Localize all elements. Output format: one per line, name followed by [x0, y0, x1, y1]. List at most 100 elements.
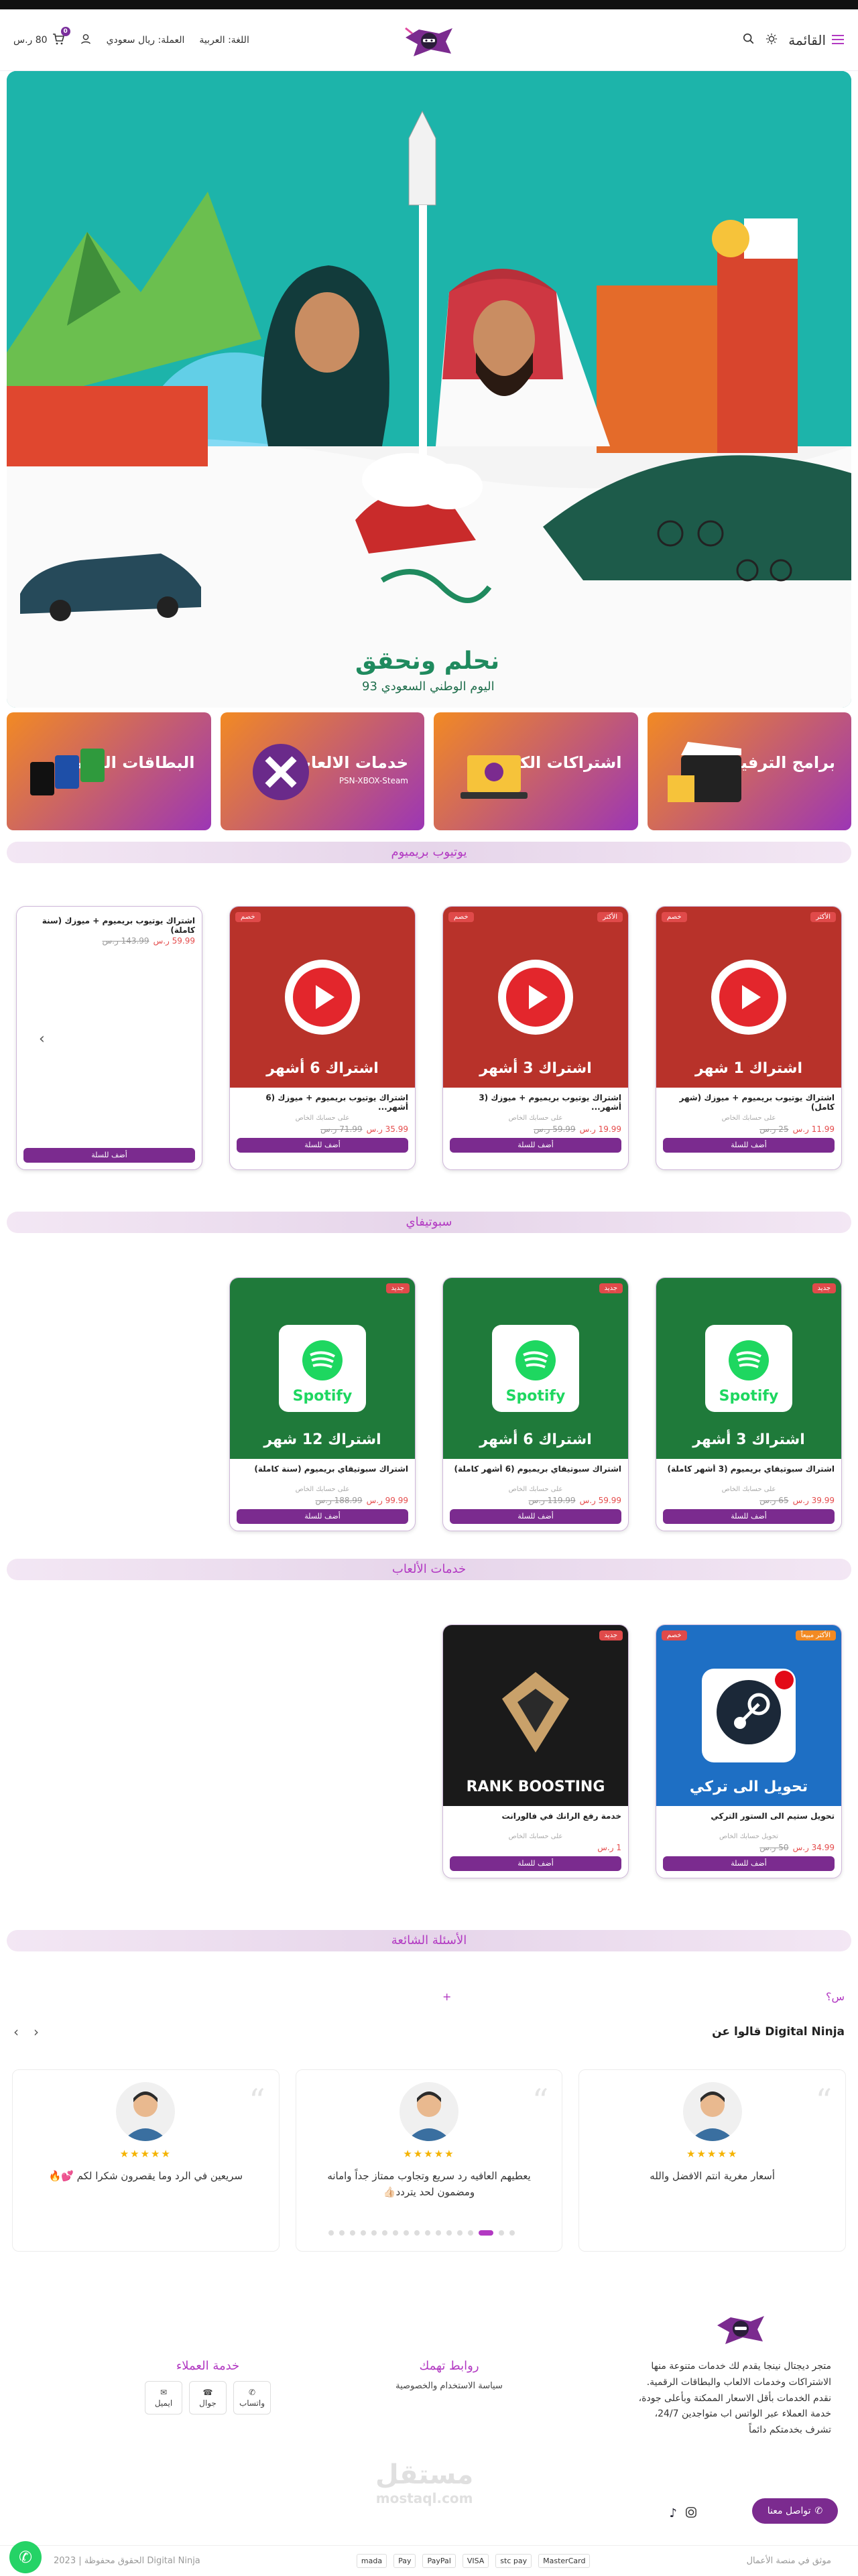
- cart-button[interactable]: 0 80 ر.س: [13, 26, 70, 48]
- instagram-icon[interactable]: [685, 2506, 697, 2521]
- carousel-next-arrow[interactable]: ›: [807, 1031, 813, 1047]
- add-to-cart-button[interactable]: أضف للسلة: [450, 1856, 621, 1871]
- product-name[interactable]: تحويل ستيم الى الستور التركي: [663, 1811, 835, 1831]
- business-platform-badge[interactable]: موثق في منصة الأعمال: [747, 2556, 831, 2566]
- pagination-dot[interactable]: [457, 2230, 463, 2236]
- phone-label: جوال: [199, 2398, 217, 2408]
- product-card[interactable]: الأكثر مبيعاً خصم تحويل الى تركي تحويل س…: [656, 1624, 842, 1878]
- product-card[interactable]: جديد Spotify اشتراك 6 أشهر اشتراك سبوتيف…: [442, 1277, 629, 1531]
- product-name[interactable]: اشتراك سبوتيفاي بريميوم (6 أشهر كاملة): [450, 1464, 621, 1484]
- search-icon[interactable]: [743, 32, 755, 48]
- add-to-cart-button[interactable]: أضف للسلة: [663, 1138, 835, 1153]
- product-card[interactable]: جديد Spotify اشتراك 3 أشهر اشتراك سبوتيف…: [656, 1277, 842, 1531]
- footer-links: روابط تهمك سياسة الاستخدام والخصوصية: [382, 2359, 516, 2391]
- pagination-dot[interactable]: [446, 2230, 452, 2236]
- product-image-title: اشتراك 12 شهر: [263, 1431, 381, 1448]
- add-to-cart-button[interactable]: أضف للسلة: [237, 1509, 408, 1524]
- hero-banner[interactable]: نحلم ونحقق اليوم الوطني السعودي 93: [7, 71, 851, 708]
- pagination-dot[interactable]: [361, 2230, 366, 2236]
- section-title-games: خدمات الألعاب: [7, 1559, 851, 1580]
- email-contact-button[interactable]: ✉ ايميل: [145, 2381, 182, 2414]
- product-name[interactable]: اشتراك سبوتيفاي بريميوم (3 أشهر كاملة): [663, 1464, 835, 1484]
- pagination-dot[interactable]: [499, 2230, 504, 2236]
- pagination-dot[interactable]: [371, 2230, 377, 2236]
- quote-icon: “: [249, 2082, 265, 2120]
- currency-selector[interactable]: العملة: ريال سعودي: [107, 35, 185, 46]
- faq-item[interactable]: س؟ +: [13, 1990, 845, 2003]
- product-name[interactable]: اشتراك يوتيوب بريميوم + ميوزك (سنة كاملة…: [23, 916, 195, 936]
- product-card[interactable]: خصم اشتراك 6 أشهر اشتراك يوتيوب بريميوم …: [229, 906, 416, 1170]
- add-to-cart-button[interactable]: أضف للسلة: [237, 1138, 408, 1153]
- add-to-cart-button[interactable]: أضف للسلة: [663, 1856, 835, 1871]
- pagination-dot[interactable]: [468, 2230, 473, 2236]
- reviews-next-arrow[interactable]: ›: [34, 2024, 39, 2040]
- menu-button[interactable]: القائمة: [788, 32, 845, 48]
- account-icon[interactable]: [80, 33, 92, 48]
- site-logo[interactable]: [399, 24, 459, 60]
- footer-customer-service: خدمة العملاء ✆ واتساب ☎ جوال ✉ ايميل: [127, 2359, 288, 2414]
- footer-logo[interactable]: [711, 2312, 771, 2351]
- product-name[interactable]: اشتراك يوتيوب بريميوم + ميوزك (3 أشهر...: [450, 1093, 621, 1113]
- pagination-dot[interactable]: [509, 2230, 515, 2236]
- avatar: [400, 2082, 458, 2141]
- add-to-cart-button[interactable]: أضف للسلة: [450, 1509, 621, 1524]
- privacy-policy-link[interactable]: سياسة الاستخدام والخصوصية: [382, 2381, 516, 2391]
- svg-text:Spotify: Spotify: [719, 1388, 779, 1405]
- faq-question: س؟: [825, 1990, 845, 2003]
- discount-tag: خصم: [235, 912, 261, 922]
- product-name[interactable]: اشتراك يوتيوب بريميوم + ميوزك (شهر كامل): [663, 1093, 835, 1113]
- faq-expand-icon[interactable]: +: [442, 1990, 451, 2003]
- add-to-cart-button[interactable]: أضف للسلة: [663, 1509, 835, 1524]
- payment-mada: mada: [356, 2554, 387, 2568]
- tiktok-icon[interactable]: ♪: [670, 2506, 678, 2520]
- category-pc-subscriptions[interactable]: اشتراكات الكمبيوتر: [434, 712, 638, 830]
- product-image: جديد Spotify اشتراك 12 شهر: [230, 1278, 415, 1459]
- pagination-dot[interactable]: [350, 2230, 355, 2236]
- product-card[interactable]: الأكثر خصم اشتراك 1 شهر اشتراك يوتيوب بر…: [656, 906, 842, 1170]
- footer-links-title: روابط تهمك: [419, 2359, 479, 2373]
- quote-icon: “: [532, 2082, 549, 2120]
- add-to-cart-button[interactable]: أضف للسلة: [23, 1148, 195, 1163]
- review-card: “ ★★★★★ أسعار مغرية انتم الافضل والله: [578, 2069, 846, 2252]
- carousel-prev-arrow[interactable]: ‹: [39, 1031, 45, 1047]
- contact-us-button[interactable]: تواصل معنا ✆: [752, 2498, 838, 2524]
- contact-us-label: تواصل معنا: [767, 2506, 811, 2516]
- spotify-icon: Spotify: [705, 1325, 792, 1412]
- category-digital-cards[interactable]: البطاقات الرقمية: [7, 712, 211, 830]
- payment-paypal: PayPal: [422, 2554, 456, 2568]
- product-price: 1 ر.س: [597, 1843, 621, 1852]
- whatsapp-contact-button[interactable]: ✆ واتساب: [233, 2381, 271, 2414]
- email-icon: ✉: [160, 2388, 168, 2397]
- pagination-dot[interactable]: [328, 2230, 334, 2236]
- category-game-services[interactable]: خدمات الالعاب PSN-XBOX-Steam: [220, 712, 424, 830]
- pagination-dot[interactable]: [382, 2230, 387, 2236]
- theme-toggle-icon[interactable]: [765, 32, 778, 48]
- whatsapp-label: واتساب: [239, 2398, 265, 2408]
- pagination-dot-active[interactable]: [479, 2230, 493, 2236]
- add-to-cart-button[interactable]: أضف للسلة: [450, 1138, 621, 1153]
- pagination-dot[interactable]: [393, 2230, 398, 2236]
- product-name[interactable]: اشتراك يوتيوب بريميوم + ميوزك (6 أشهر...: [237, 1093, 408, 1113]
- pagination-dot[interactable]: [339, 2230, 345, 2236]
- pagination-dot[interactable]: [404, 2230, 409, 2236]
- language-selector[interactable]: اللغة: العربية: [199, 35, 249, 46]
- reviews-pagination: [328, 2230, 515, 2236]
- pagination-dot[interactable]: [414, 2230, 420, 2236]
- pagination-dot[interactable]: [425, 2230, 430, 2236]
- product-card[interactable]: الأكثر خصم اشتراك 3 أشهر اشتراك يوتيوب ب…: [442, 906, 629, 1170]
- hero-title: نحلم ونحقق: [355, 647, 500, 675]
- product-image: جديد Spotify اشتراك 6 أشهر: [443, 1278, 628, 1459]
- payment-methods: mada Pay PayPal VISA stc pay MasterCard: [356, 2554, 591, 2568]
- phone-contact-button[interactable]: ☎ جوال: [189, 2381, 227, 2414]
- game-products-carousel: الأكثر مبيعاً خصم تحويل الى تركي تحويل س…: [7, 1624, 851, 1878]
- product-name[interactable]: خدمة رفع الرانك في فالورانت: [450, 1811, 621, 1831]
- category-entertainment[interactable]: برامج الترفيه: [647, 712, 851, 830]
- product-old-price: 65 ر.س: [759, 1496, 789, 1505]
- product-card[interactable]: جديد Spotify اشتراك 12 شهر اشتراك سبوتيف…: [229, 1277, 416, 1531]
- product-name[interactable]: اشتراك سبوتيفاي بريميوم (سنة كاملة): [237, 1464, 408, 1484]
- reviews-prev-arrow[interactable]: ‹: [13, 2024, 19, 2040]
- whatsapp-float-button[interactable]: ✆: [9, 2541, 42, 2573]
- product-card[interactable]: جديد RANK BOOSTING خدمة رفع الرانك في فا…: [442, 1624, 629, 1878]
- pagination-dot[interactable]: [436, 2230, 441, 2236]
- product-image: الأكثر مبيعاً خصم تحويل الى تركي: [656, 1625, 841, 1806]
